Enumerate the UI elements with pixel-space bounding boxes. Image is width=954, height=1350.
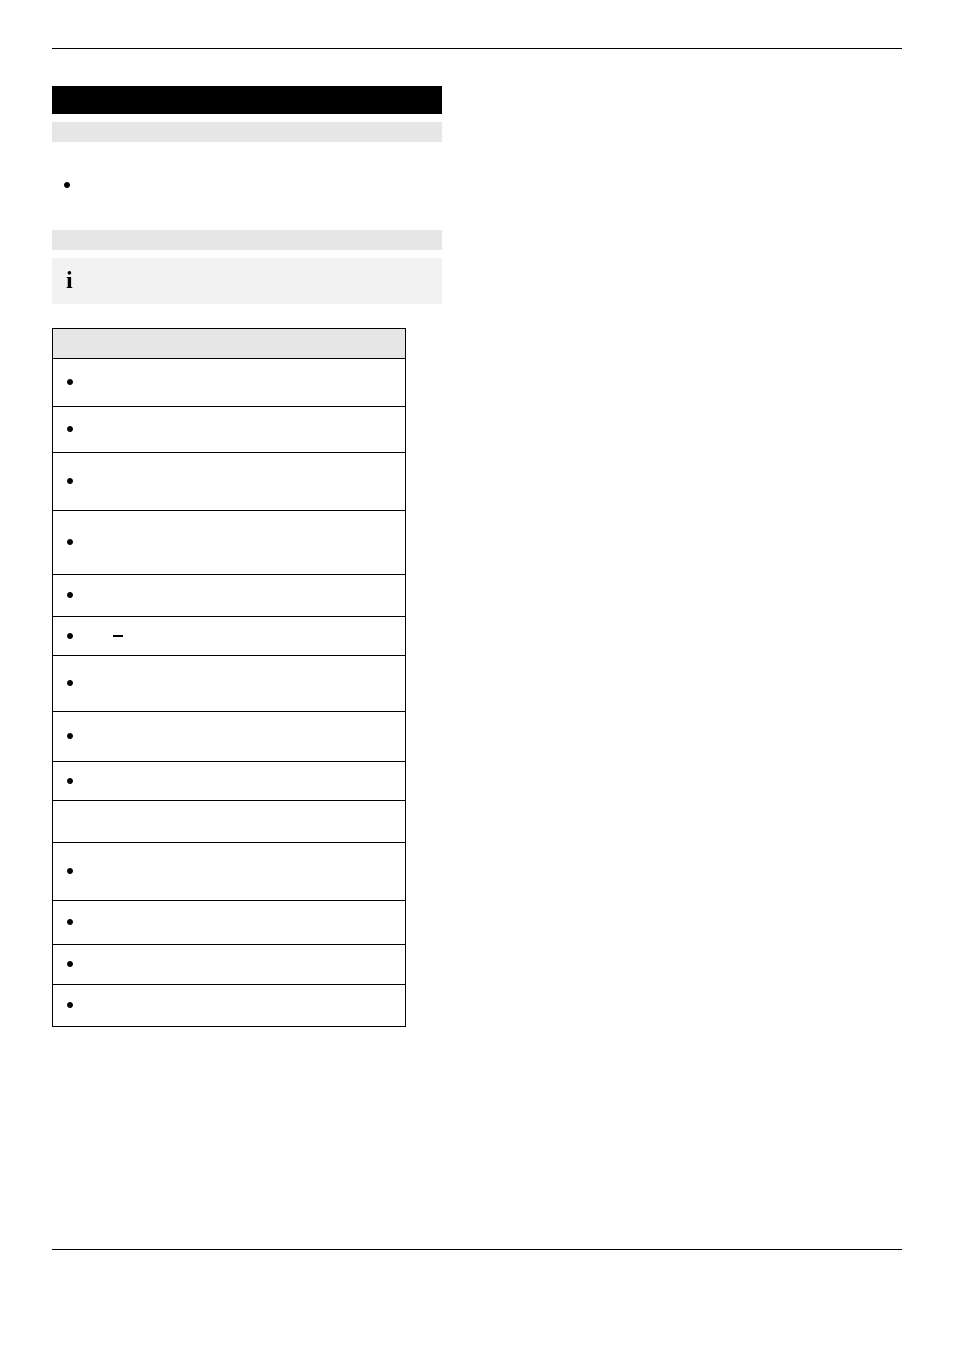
- bullet-icon: [67, 379, 73, 385]
- bullet-icon: [67, 478, 73, 484]
- table-row: [53, 617, 406, 656]
- table-row: [53, 511, 406, 575]
- table-row: [53, 407, 406, 453]
- dash-icon: [113, 635, 123, 637]
- left-column: i: [52, 86, 442, 1027]
- spec-table: [52, 328, 406, 1027]
- table-row: [53, 801, 406, 843]
- bullet-icon: [67, 961, 73, 967]
- bullet-icon: [67, 539, 73, 545]
- table-row: [53, 453, 406, 511]
- top-divider: [52, 48, 902, 49]
- bullet-icon: [67, 592, 73, 598]
- table-row: [53, 359, 406, 407]
- bullet-icon: [67, 868, 73, 874]
- table-row: [53, 945, 406, 985]
- page: i: [0, 0, 954, 1350]
- subheading-bar-2: [52, 230, 442, 250]
- table-row: [53, 762, 406, 801]
- table-row: [53, 575, 406, 617]
- bullet-icon: [64, 182, 70, 188]
- bullet-icon: [67, 919, 73, 925]
- bullet-icon: [67, 778, 73, 784]
- table-row: [53, 843, 406, 901]
- intro-bullet-row: [64, 176, 442, 194]
- table-row: [53, 985, 406, 1027]
- bullet-icon: [67, 426, 73, 432]
- table-row: [53, 901, 406, 945]
- info-icon: i: [66, 268, 73, 294]
- bottom-divider: [52, 1249, 902, 1250]
- bullet-icon: [67, 1002, 73, 1008]
- info-callout: i: [52, 258, 442, 304]
- table-header: [53, 329, 406, 359]
- subheading-bar-1: [52, 122, 442, 142]
- bullet-icon: [67, 733, 73, 739]
- section-heading-bar: [52, 86, 442, 114]
- bullet-icon: [67, 633, 73, 639]
- table-row: [53, 656, 406, 712]
- table-row: [53, 712, 406, 762]
- bullet-icon: [67, 680, 73, 686]
